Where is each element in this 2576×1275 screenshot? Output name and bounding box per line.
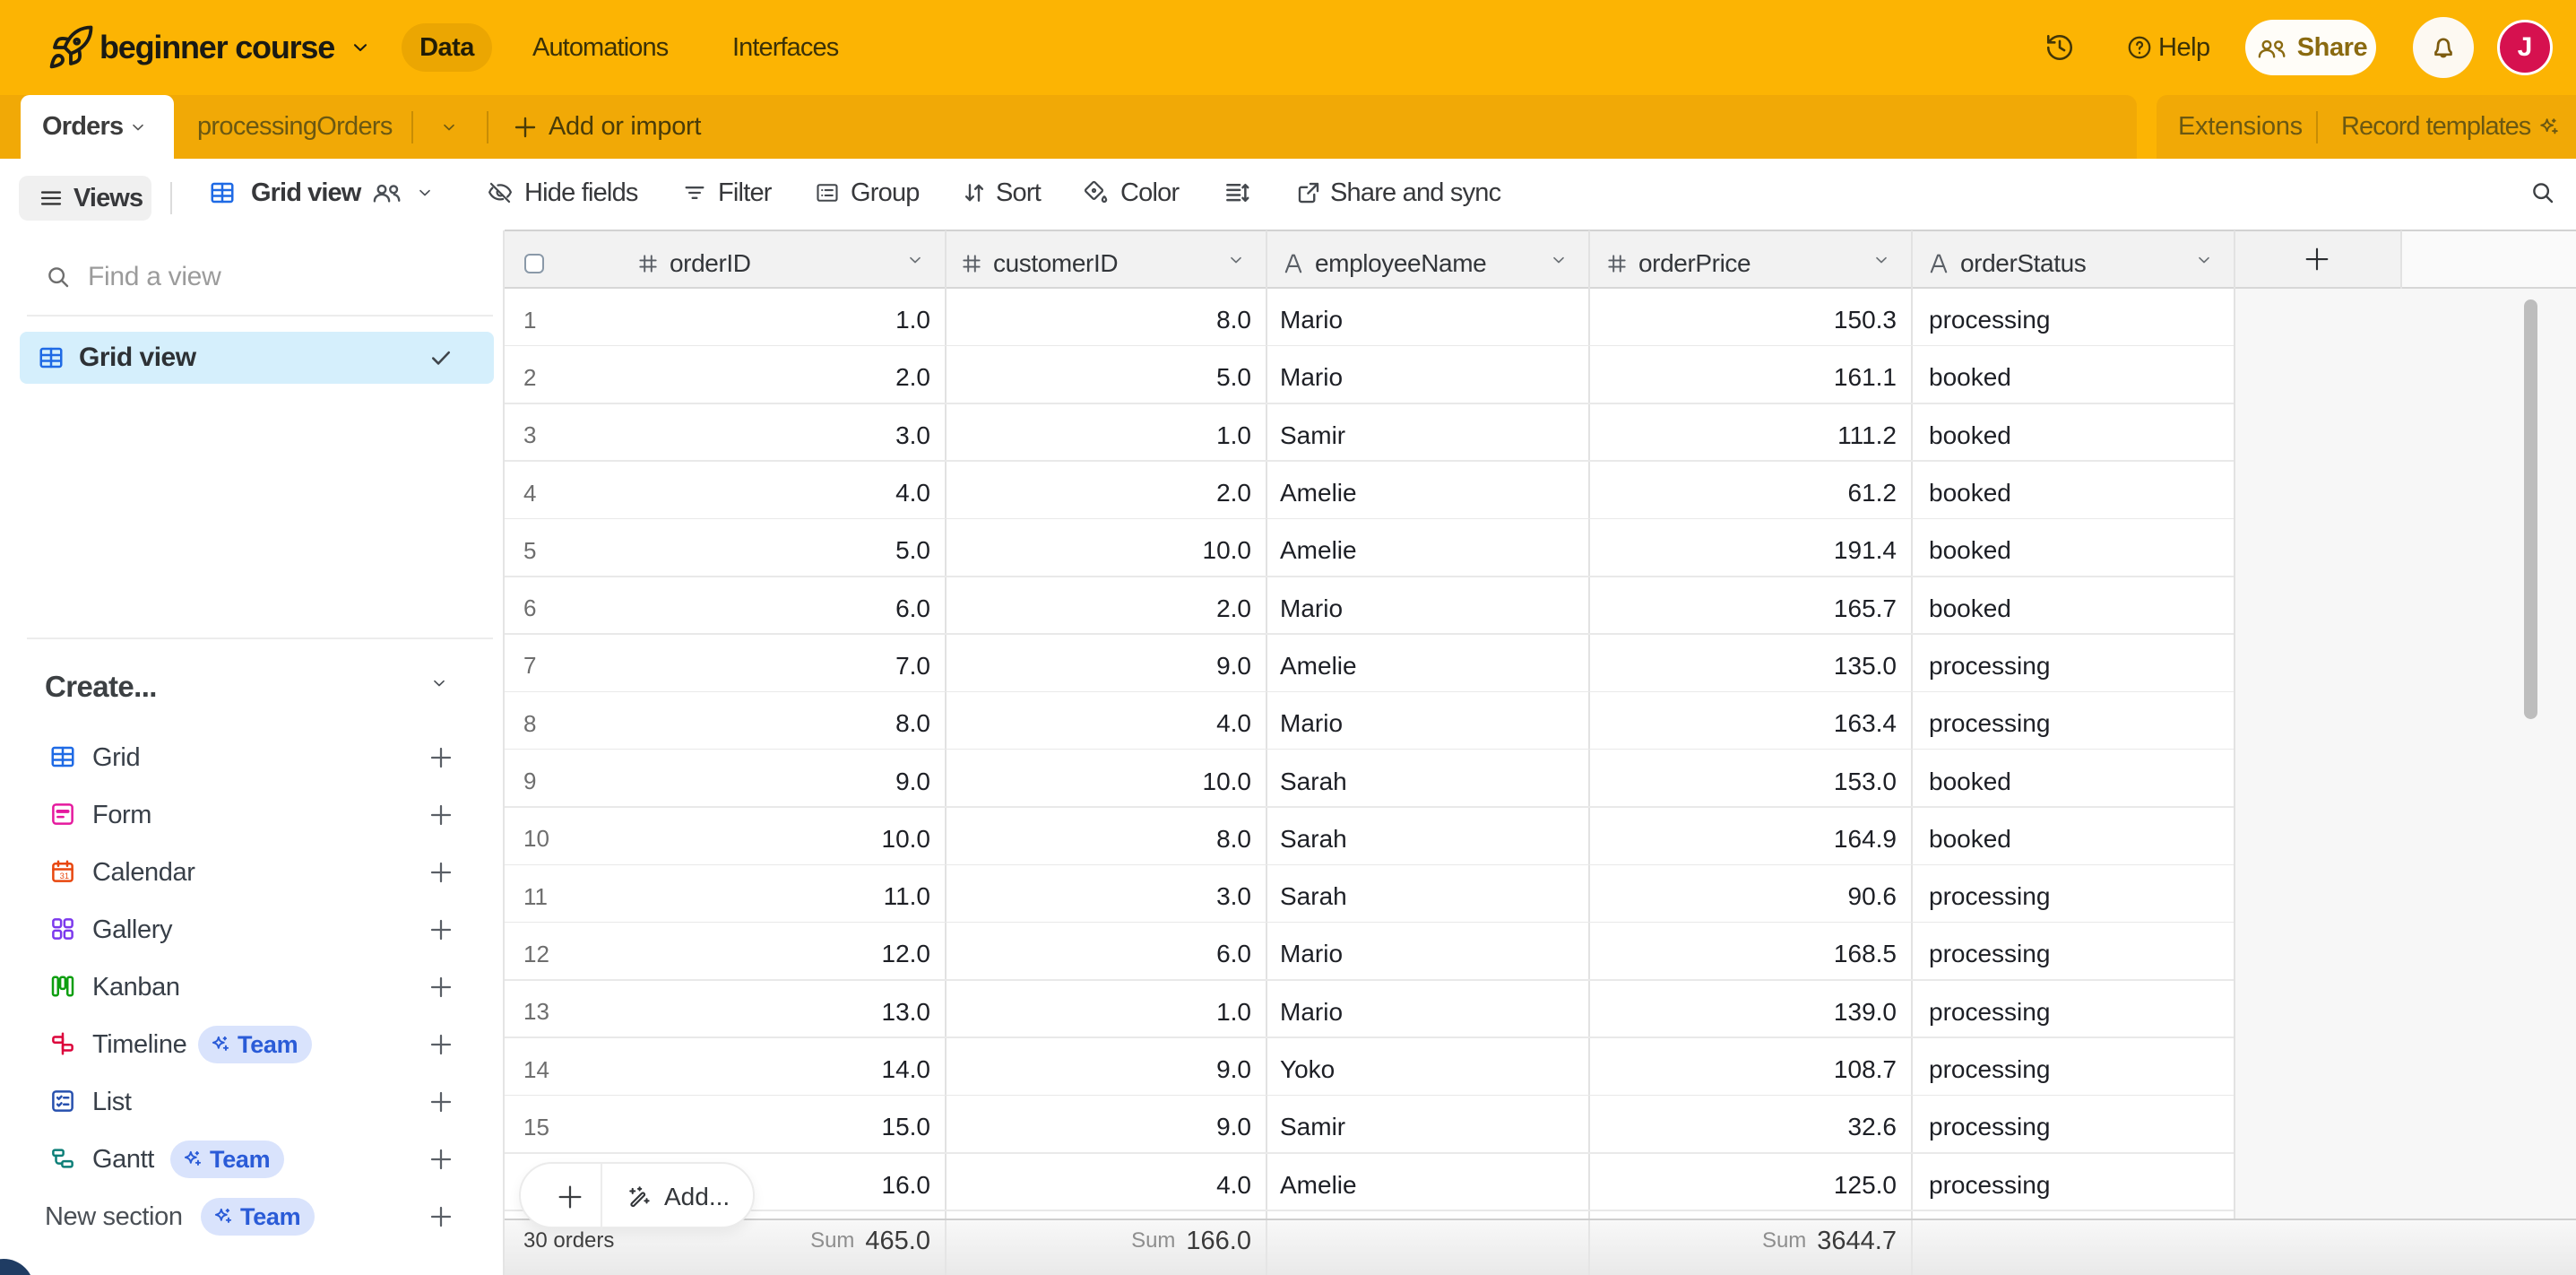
svg-text:31: 31 [60,872,69,880]
